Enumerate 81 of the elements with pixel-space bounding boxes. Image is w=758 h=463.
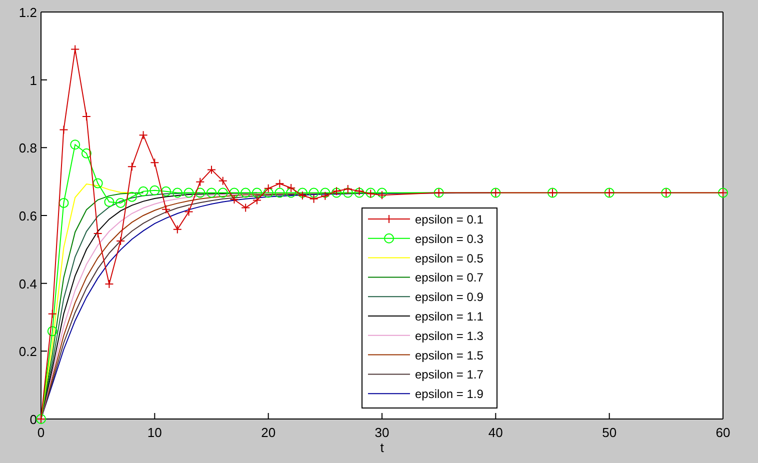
point [343, 184, 352, 194]
point [172, 188, 182, 198]
point [342, 188, 353, 198]
tick-label: 50 [602, 425, 617, 440]
point [195, 188, 206, 198]
point [378, 190, 386, 200]
legend-label: epsilon = 0.7 [415, 270, 484, 285]
tick-label: 0 [37, 425, 45, 440]
legend-swatch-icon [368, 214, 410, 224]
point [308, 188, 319, 198]
tick-label: 40 [488, 425, 503, 440]
point [127, 162, 136, 172]
tick-label: 1.2 [18, 5, 37, 20]
point [116, 198, 126, 208]
point [309, 194, 318, 204]
point [172, 224, 182, 234]
tick-label: 0.8 [18, 140, 37, 156]
point [252, 188, 262, 198]
point [70, 44, 80, 54]
point [230, 195, 239, 204]
tick-label: 0.2 [18, 344, 37, 360]
legend-label: epsilon = 1.5 [415, 348, 484, 362]
point [196, 177, 205, 186]
point [92, 178, 103, 188]
point [218, 188, 228, 198]
point [218, 176, 228, 186]
point [377, 188, 387, 198]
x-axis-label: t [380, 440, 384, 455]
tick-label: 20 [261, 425, 276, 440]
tick-label: 60 [716, 425, 730, 440]
point [320, 188, 330, 198]
legend-label: epsilon = 1.1 [415, 310, 484, 324]
point [252, 196, 262, 205]
tick-label: 10 [147, 425, 162, 440]
point [116, 236, 126, 246]
point [48, 309, 57, 318]
point [207, 165, 216, 174]
tick-label: 0.6 [18, 208, 37, 224]
point [206, 188, 216, 198]
legend-label: epsilon = 0.3 [415, 232, 484, 246]
point [104, 196, 114, 207]
legend-label: epsilon = 0.5 [415, 251, 484, 266]
point [104, 280, 114, 289]
point [263, 188, 274, 198]
tick-label: 0 [30, 412, 37, 427]
point [275, 179, 284, 188]
point [241, 203, 250, 212]
point [58, 198, 69, 208]
point [82, 112, 91, 121]
point [274, 188, 285, 198]
point [286, 184, 296, 193]
point [138, 186, 148, 196]
point [240, 188, 251, 198]
point [184, 207, 194, 216]
point [184, 188, 194, 198]
point [93, 228, 102, 238]
point [47, 326, 58, 336]
legend-swatch-icon [368, 233, 410, 244]
point [162, 204, 171, 214]
point [297, 188, 308, 198]
tick-label: 30 [374, 425, 390, 440]
point [150, 158, 160, 168]
tick-label: 1 [30, 72, 37, 88]
legend-label: epsilon = 1.7 [415, 368, 484, 382]
legend-label: epsilon = 1.3 [415, 328, 484, 343]
point [298, 190, 307, 200]
point [70, 140, 80, 150]
point [264, 184, 273, 193]
point [229, 188, 240, 198]
point [150, 185, 160, 196]
point [161, 186, 172, 196]
point [59, 125, 68, 134]
legend-label: epsilon = 0.9 [415, 290, 484, 304]
point [138, 130, 148, 140]
legend-label: epsilon = 1.9 [415, 387, 484, 402]
tick-label: 0.4 [18, 276, 37, 292]
legend-label: epsilon = 0.1 [415, 212, 484, 226]
point [126, 192, 137, 202]
point [286, 188, 296, 198]
point [81, 148, 92, 158]
point [320, 191, 330, 200]
